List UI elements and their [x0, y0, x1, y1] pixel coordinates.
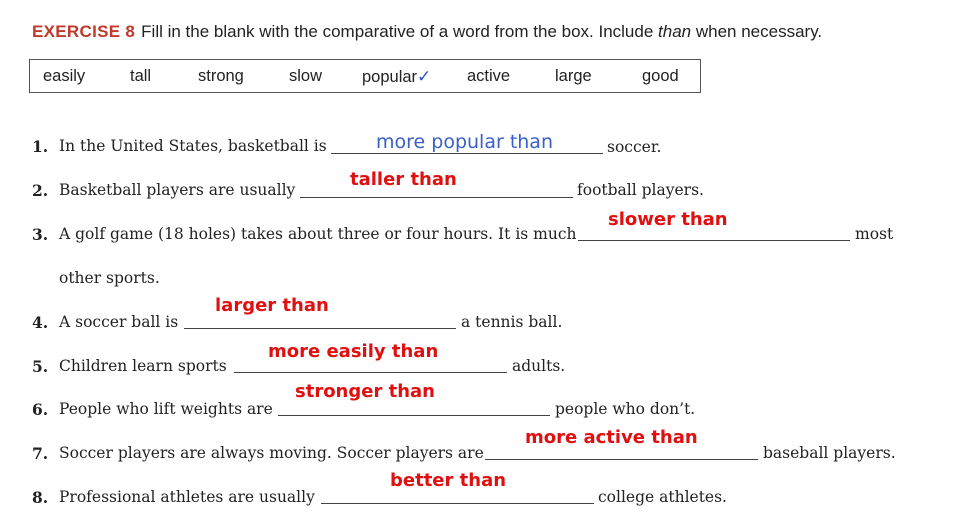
item-1-number: 1.: [32, 137, 49, 156]
item-4-blank[interactable]: [184, 328, 456, 329]
item-6-blank[interactable]: [278, 415, 550, 416]
word-slow: slow: [289, 67, 323, 85]
item-5-answer: more easily than: [268, 341, 439, 362]
word-popular-label: popular: [362, 68, 418, 86]
item-7-text: Soccer players are always moving. Soccer…: [59, 444, 484, 462]
word-good: good: [642, 67, 679, 85]
word-easily: easily: [43, 67, 86, 85]
item-7-blank[interactable]: [485, 459, 758, 460]
word-popular: popular✓: [362, 67, 431, 87]
word-large: large: [555, 67, 592, 85]
item-7-answer: more active than: [525, 427, 698, 448]
item-6-after: people who don’t.: [555, 400, 696, 418]
item-5-after: adults.: [512, 357, 566, 375]
item-4-after: a tennis ball.: [461, 313, 563, 331]
item-1-after: soccer.: [607, 138, 662, 156]
item-8-blank[interactable]: [321, 503, 594, 504]
instruction-text: Fill in the blank with the comparative o…: [141, 22, 659, 41]
exercise-label: EXERCISE 8: [32, 22, 136, 41]
item-7-number: 7.: [32, 444, 49, 463]
item-4-answer: larger than: [215, 295, 329, 316]
item-8-text: Professional athletes are usually: [59, 488, 315, 506]
item-5-number: 5.: [32, 357, 49, 376]
instruction-end: when necessary.: [691, 22, 823, 41]
item-6-text: People who lift weights are: [59, 400, 273, 418]
item-6-answer: stronger than: [295, 381, 435, 402]
item-6-number: 6.: [32, 400, 49, 419]
word-strong: strong: [198, 67, 244, 85]
instruction-italic: than: [658, 22, 692, 41]
item-2-blank[interactable]: [300, 197, 573, 198]
word-active: active: [467, 67, 511, 85]
item-1-blank[interactable]: [331, 153, 603, 154]
item-1-text: In the United States, basketball is: [59, 137, 327, 155]
item-4-number: 4.: [32, 313, 49, 332]
item-3-text: A golf game (18 holes) takes about three…: [59, 225, 577, 243]
item-8-after: college athletes.: [598, 488, 727, 506]
item-2-number: 2.: [32, 181, 49, 200]
item-2-answer: taller than: [350, 169, 457, 190]
item-3-after: most: [855, 225, 894, 243]
item-5-blank[interactable]: [234, 372, 507, 373]
item-2-after: football players.: [577, 181, 704, 199]
check-mark-icon: ✓: [417, 67, 432, 86]
item-3-continuation: other sports.: [59, 269, 160, 287]
item-3-number: 3.: [32, 225, 49, 244]
exercise-heading: EXERCISE 8 Fill in the blank with the com…: [32, 22, 822, 42]
item-8-number: 8.: [32, 488, 49, 507]
item-4-text: A soccer ball is: [59, 313, 179, 331]
item-7-after: baseball players.: [763, 444, 896, 462]
item-5-text: Children learn sports: [59, 357, 227, 375]
item-1-answer: more popular than: [376, 131, 553, 153]
item-2-text: Basketball players are usually: [59, 181, 296, 199]
word-tall: tall: [130, 67, 152, 85]
item-3-blank[interactable]: [578, 240, 850, 241]
word-box: easily tall strong slow popular✓ active …: [29, 59, 701, 93]
item-3-answer: slower than: [608, 209, 728, 230]
item-8-answer: better than: [390, 470, 507, 491]
